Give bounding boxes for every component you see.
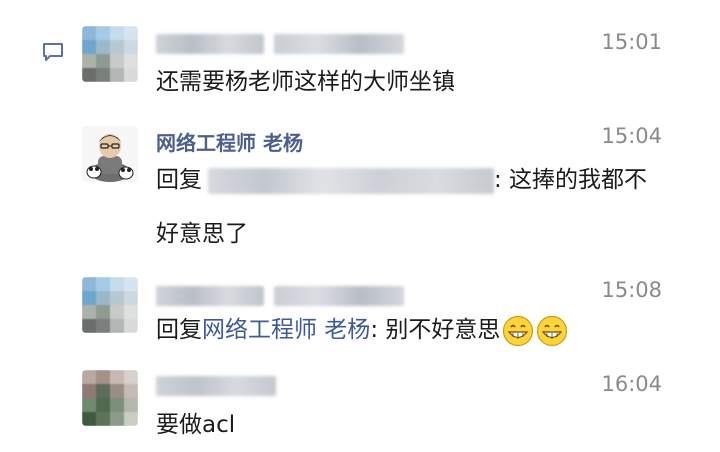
sender-name-blurred bbox=[274, 286, 404, 306]
reply-prefix: 回复 bbox=[156, 317, 202, 343]
avatar[interactable] bbox=[82, 277, 138, 333]
message-time: 15:04 bbox=[601, 124, 662, 148]
cartoon-avatar-icon bbox=[82, 126, 138, 182]
reply-prefix: 回复 bbox=[156, 167, 202, 193]
message-time: 15:01 bbox=[601, 30, 662, 54]
reply-target-name[interactable]: 网络工程师 老杨 bbox=[202, 317, 370, 343]
grin-emoji-icon bbox=[503, 315, 534, 346]
sender-name-blurred bbox=[156, 34, 264, 54]
message-text: : 别不好意思 bbox=[370, 317, 501, 343]
chat-message-list: 15:01 还需要杨老师这样的大师坐镇 网络工程师 老杨 15:04 回复: … bbox=[0, 0, 720, 452]
message-time: 15:08 bbox=[601, 278, 662, 302]
sender-name-blurred bbox=[156, 286, 264, 306]
avatar[interactable] bbox=[82, 26, 138, 82]
avatar[interactable] bbox=[82, 370, 138, 426]
grin-emoji-icon bbox=[537, 315, 568, 346]
message-text: 要做acl bbox=[156, 412, 236, 438]
sender-name-blurred bbox=[274, 34, 404, 54]
message-text: : 这捧的我都不 bbox=[494, 167, 648, 193]
sender-name-blurred bbox=[156, 376, 276, 396]
reply-target-blurred bbox=[208, 167, 494, 194]
avatar[interactable] bbox=[82, 126, 138, 182]
message-time: 16:04 bbox=[601, 372, 662, 396]
message-text-line: 回复 : 这捧的我都不 bbox=[156, 158, 647, 202]
sender-name[interactable]: 网络工程师 老杨 bbox=[156, 127, 303, 156]
message-text: 还需要杨老师这样的大师坐镇 bbox=[156, 69, 455, 95]
message-text-line: 好意思了 bbox=[156, 221, 248, 247]
comment-icon[interactable] bbox=[42, 42, 64, 62]
message-text-line: 回复网络工程师 老杨: 别不好意思 bbox=[156, 308, 568, 352]
